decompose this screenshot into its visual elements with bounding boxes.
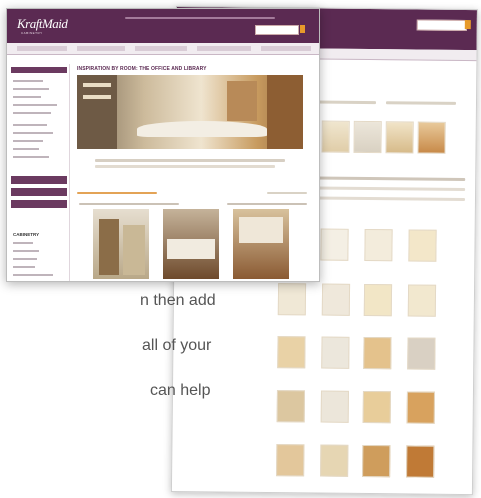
back-page-text-line xyxy=(315,186,466,192)
page-title: INSPIRATION BY ROOM: THE OFFICE AND LIBR… xyxy=(77,66,207,72)
sidebar-link xyxy=(13,104,57,106)
nav-item xyxy=(135,46,187,51)
front-page-search-icon xyxy=(300,25,305,33)
door-style-tile xyxy=(407,337,436,370)
sidebar-brand: CABINETRY xyxy=(13,232,40,237)
sidebar-promo-band xyxy=(11,200,67,208)
door-style-tile xyxy=(364,228,393,262)
back-page-search-icon xyxy=(464,20,471,30)
hero-shelf-shape xyxy=(83,95,111,99)
door-style-tile xyxy=(385,121,414,154)
sidebar-link xyxy=(13,140,43,142)
hero-shelf-shape xyxy=(83,83,111,87)
filter-line xyxy=(79,203,179,205)
kraftmaid-logo: KraftMaid xyxy=(17,16,68,31)
body-text-line-3: can help xyxy=(150,382,211,399)
door-style-tile xyxy=(417,121,446,154)
sidebar-promo-band xyxy=(11,176,67,184)
body-text-line-2: all of your xyxy=(142,337,212,354)
sidebar-link xyxy=(13,132,53,134)
hero-cabinet-shape xyxy=(227,81,257,121)
sidebar-link xyxy=(13,80,43,82)
back-page-text-line xyxy=(315,100,377,105)
sidebar-link xyxy=(13,112,51,114)
kraftmaid-logo-sub: CABINETRY xyxy=(21,31,43,35)
back-page-text-line xyxy=(385,101,457,105)
door-style-tile xyxy=(321,336,350,369)
door-style-tile xyxy=(277,336,306,369)
body-text-line-1: n then add xyxy=(140,292,216,309)
description-text-line xyxy=(95,159,285,162)
pagination-line xyxy=(267,192,307,194)
sidebar-link xyxy=(13,96,41,98)
door-style-tile xyxy=(408,229,437,262)
door-style-tile xyxy=(321,283,351,316)
door-style-tile xyxy=(407,284,437,317)
sidebar-link xyxy=(13,124,47,126)
front-page-sidebar: CABINETRY xyxy=(7,64,70,281)
back-page-text-line xyxy=(314,196,466,202)
sidebar-section-header xyxy=(11,67,67,73)
section-subheading-line xyxy=(77,192,157,194)
room-thumbnail xyxy=(233,209,289,279)
door-style-tile xyxy=(406,445,435,478)
door-style-tile xyxy=(276,444,305,477)
back-page-search-input xyxy=(416,19,467,32)
front-page-search-input xyxy=(255,25,299,35)
nav-item xyxy=(197,46,251,51)
nav-item xyxy=(17,46,67,51)
nav-item xyxy=(77,46,125,51)
sidebar-link xyxy=(13,274,53,276)
door-style-tile xyxy=(363,283,393,317)
door-style-tile xyxy=(320,228,349,261)
door-style-tile xyxy=(320,390,349,423)
sidebar-link xyxy=(13,156,49,158)
door-style-tile xyxy=(363,336,392,370)
door-style-tile xyxy=(276,390,305,423)
sidebar-link xyxy=(13,250,39,252)
room-thumbnail xyxy=(93,209,149,279)
nav-item xyxy=(261,46,311,51)
top-links-line xyxy=(125,17,275,19)
door-style-tile xyxy=(277,283,307,316)
door-style-tile xyxy=(320,444,349,477)
sidebar-link xyxy=(13,88,49,90)
office-library-hero-image xyxy=(77,75,303,149)
sidebar-promo-band xyxy=(11,188,67,196)
back-page-text-line xyxy=(315,176,466,182)
hero-cabinet-shape xyxy=(267,75,303,149)
sidebar-link xyxy=(13,148,39,150)
door-style-tile xyxy=(362,390,391,424)
sidebar-link xyxy=(13,258,37,260)
door-style-tile xyxy=(362,444,391,478)
door-style-tile xyxy=(406,391,435,424)
sidebar-link xyxy=(13,242,33,244)
inspiration-page-screenshot: KraftMaid CABINETRY CABINETRY INSPIRATIO… xyxy=(6,8,320,282)
door-style-tile xyxy=(353,120,382,154)
door-style-tile xyxy=(321,120,350,153)
sidebar-link xyxy=(13,266,35,268)
filter-line xyxy=(227,203,307,205)
hero-desk-shape xyxy=(137,121,267,137)
description-text-line xyxy=(95,165,275,168)
room-thumbnail xyxy=(163,209,219,279)
